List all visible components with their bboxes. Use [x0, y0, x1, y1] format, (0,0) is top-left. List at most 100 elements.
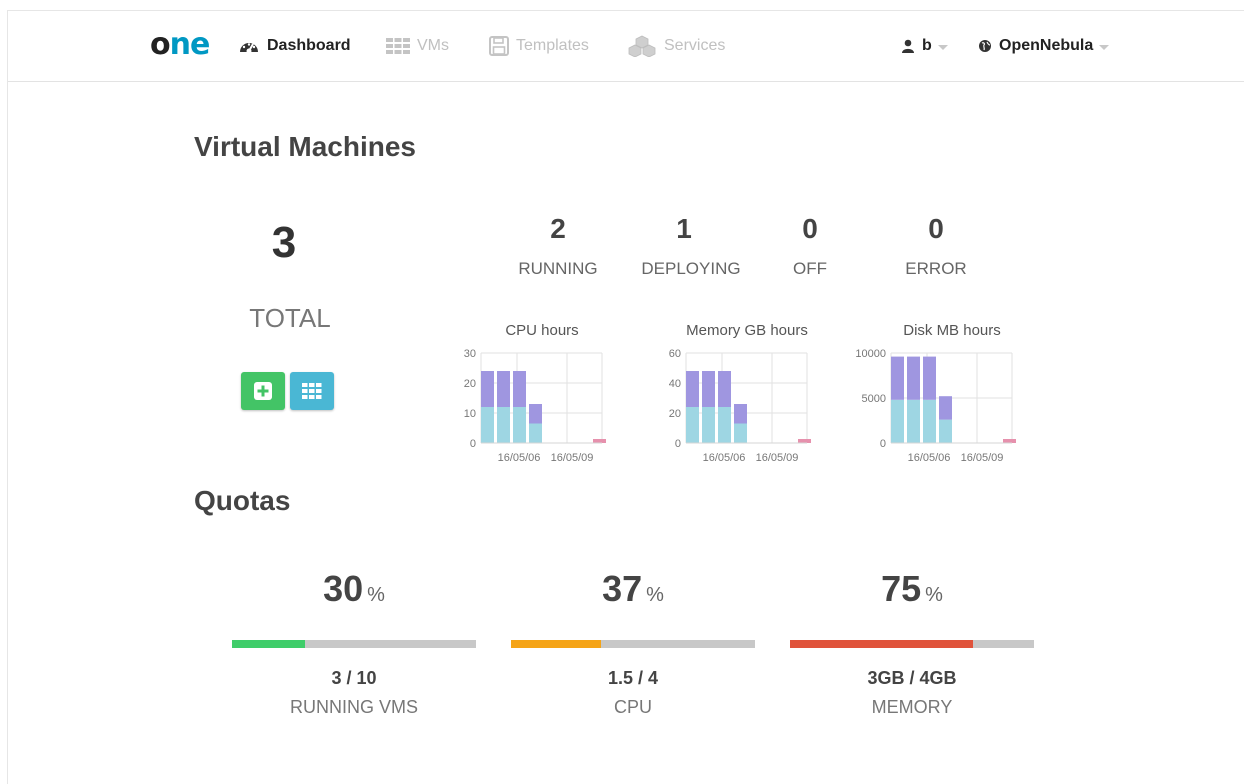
quota-progress-bar [511, 640, 755, 648]
disk-hours-chart: Disk MB hours 10000 5000 0 16/05/06 16/05/09 [855, 318, 1042, 468]
user-name: b [922, 37, 932, 54]
state-error: 0 ERROR [871, 213, 1001, 279]
quota-progress-bar [790, 640, 1034, 648]
chart-bar [481, 371, 494, 407]
y-tick-label: 40 [669, 378, 681, 390]
nav-vms[interactable]: VMs [386, 36, 449, 56]
plus-square-icon [254, 382, 272, 400]
x-tick-label: 16/05/09 [551, 452, 594, 464]
quota-progress-fill [790, 640, 973, 648]
chart-bar [891, 399, 904, 443]
quota-value: 3GB / 4GB [867, 668, 957, 688]
chart-bar [702, 371, 715, 407]
chart-bar [686, 371, 699, 407]
x-tick-label: 16/05/06 [498, 452, 541, 464]
quota-value: 1.5 / 4 [607, 668, 659, 688]
y-tick-label: 20 [464, 378, 476, 390]
y-tick-label: 20 [669, 408, 681, 420]
quota-label: CPU [613, 697, 652, 717]
state-running: 2 RUNNING [493, 213, 623, 279]
y-tick-label: 10000 [855, 348, 886, 360]
create-vm-button[interactable] [241, 372, 285, 410]
chart-bar [923, 356, 936, 400]
cpu-hours-chart: CPU hours 30 20 10 0 16/05/06 16/05/09 [452, 318, 632, 468]
nav-dashboard-label: Dashboard [267, 37, 351, 54]
grid-icon [302, 383, 322, 399]
state-off-label: OFF [793, 259, 827, 278]
chart-bar [923, 399, 936, 443]
state-error-count: 0 [928, 213, 944, 244]
quota-progress-bar [232, 640, 476, 648]
x-tick-label: 16/05/06 [703, 452, 746, 464]
y-tick-label: 0 [470, 438, 476, 450]
quota-percent: 30% [323, 568, 385, 609]
cubes-icon [628, 35, 656, 57]
y-tick-label: 10 [464, 408, 476, 420]
y-tick-label: 0 [675, 438, 681, 450]
x-tick-label: 16/05/09 [756, 452, 799, 464]
nav-dashboard[interactable]: Dashboard [238, 36, 351, 56]
y-tick-label: 5000 [862, 393, 886, 405]
chart-bar [702, 407, 715, 443]
state-off-count: 0 [802, 213, 818, 244]
user-icon [902, 39, 914, 53]
y-tick-label: 30 [464, 348, 476, 360]
state-running-label: RUNNING [518, 259, 598, 278]
user-menu[interactable]: b [901, 36, 948, 56]
nav-services[interactable]: Services [627, 35, 726, 57]
quota-cpu: 37% 1.5 / 4 CPU [511, 568, 755, 718]
y-tick-label: 0 [880, 438, 886, 450]
chart-bar [497, 407, 510, 443]
quota-running-vms: 30% 3 / 10 RUNNING VMS [232, 568, 476, 718]
memory-hours-chart-svg: 60 40 20 0 16/05/06 16/05/09 [669, 348, 811, 464]
opennebula-logo[interactable]: one [150, 30, 210, 60]
chart-bar [718, 407, 731, 443]
chart-bar [513, 371, 526, 407]
chart-bar [734, 404, 747, 424]
nav-services-label: Services [664, 37, 726, 54]
chart-bar [907, 399, 920, 443]
chart-bar [513, 407, 526, 443]
quota-percent: 37% [602, 568, 664, 609]
list-vms-button[interactable] [290, 372, 334, 410]
state-deploying-label: DEPLOYING [641, 259, 741, 278]
nav-templates-label: Templates [516, 37, 589, 54]
chart-bar [593, 439, 606, 443]
x-tick-label: 16/05/09 [961, 452, 1004, 464]
chart-bar [798, 439, 811, 443]
state-error-label: ERROR [905, 259, 967, 278]
chart-bar [939, 396, 952, 420]
chart-bar [529, 404, 542, 424]
quota-progress-fill [511, 640, 602, 648]
chart-bar [718, 371, 731, 407]
disk-hours-chart-svg: 10000 5000 0 16/05/06 16/05/09 [855, 348, 1016, 464]
cpu-hours-chart-svg: 30 20 10 0 16/05/06 16/05/09 [464, 348, 606, 464]
chart-bar [529, 423, 542, 443]
nav-templates[interactable]: Templates [489, 36, 589, 56]
floppy-disk-icon [489, 36, 509, 56]
vms-section-title: Virtual Machines [194, 131, 417, 162]
memory-hours-chart: Memory GB hours 60 40 20 0 16/05/06 16/05/09 [657, 318, 837, 468]
quota-label: MEMORY [871, 697, 953, 717]
dashboard-gauge-icon [240, 43, 258, 54]
x-tick-label: 16/05/06 [908, 452, 951, 464]
chart-bar [891, 356, 904, 400]
chart-bar [734, 423, 747, 443]
quota-percent: 75% [881, 568, 943, 609]
globe-icon [979, 40, 991, 52]
zone-caret-icon [1099, 45, 1110, 50]
quota-value: 3 / 10 [331, 668, 377, 688]
state-deploying-count: 1 [676, 213, 692, 244]
vms-total-count: 3 [271, 218, 297, 267]
chart-bar [686, 407, 699, 443]
quota-progress-fill [232, 640, 306, 648]
vms-total-label: TOTAL [249, 303, 331, 333]
quota-label: RUNNING VMS [289, 697, 418, 717]
chart-bar [481, 407, 494, 443]
user-caret-icon [937, 45, 948, 50]
state-running-count: 2 [550, 213, 566, 244]
grid-icon [386, 38, 410, 54]
nav-vms-label: VMs [417, 37, 449, 54]
zone-name: OpenNebula [999, 37, 1094, 54]
zone-menu[interactable]: OpenNebula [978, 36, 1110, 56]
